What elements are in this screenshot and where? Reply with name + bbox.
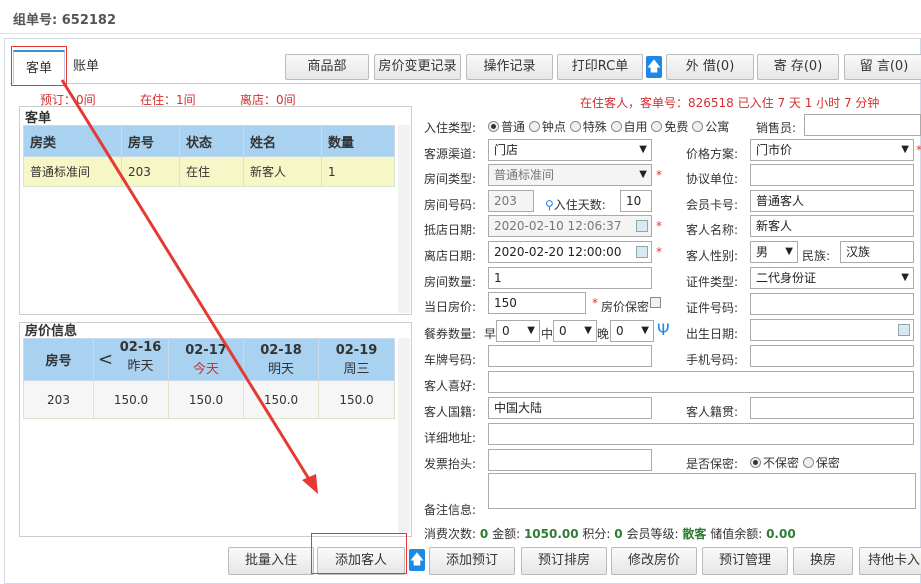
annotation-arrow <box>60 79 318 494</box>
